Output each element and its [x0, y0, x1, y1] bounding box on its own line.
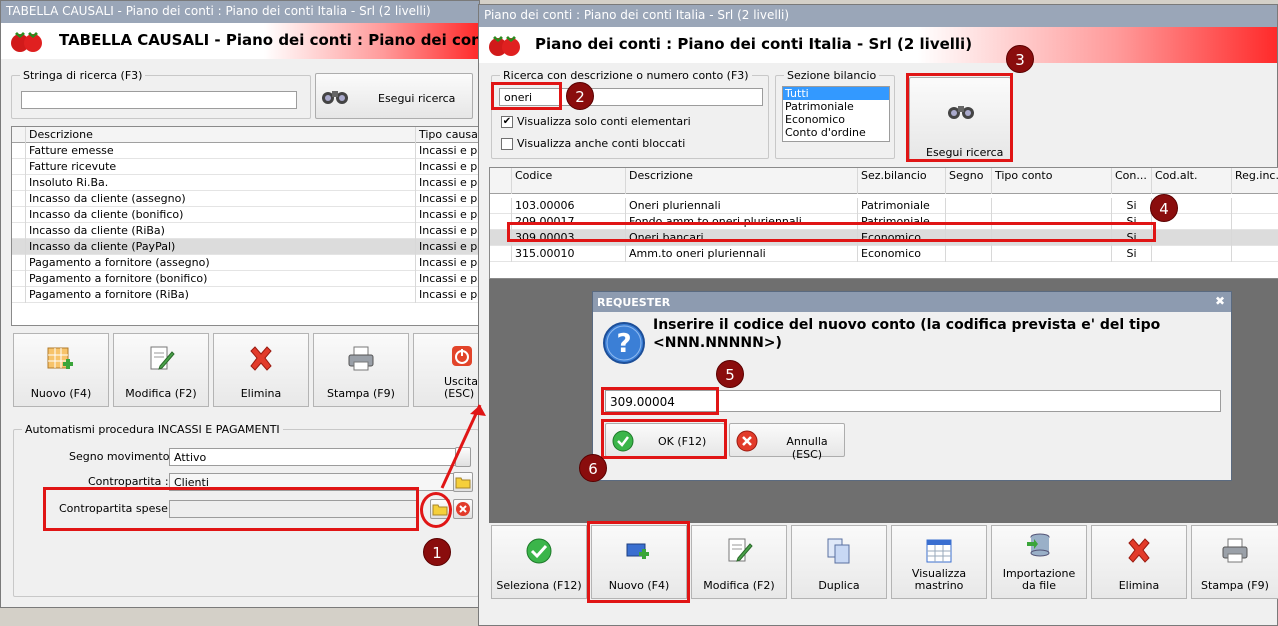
marker-3: 3 — [1006, 45, 1034, 73]
marker-5: 5 — [716, 360, 744, 388]
marker-6: 6 — [579, 454, 607, 482]
marker-2: 2 — [566, 82, 594, 110]
marker-1: 1 — [423, 538, 451, 566]
marker-4: 4 — [1150, 194, 1178, 222]
annotation-arrow — [440, 404, 486, 489]
